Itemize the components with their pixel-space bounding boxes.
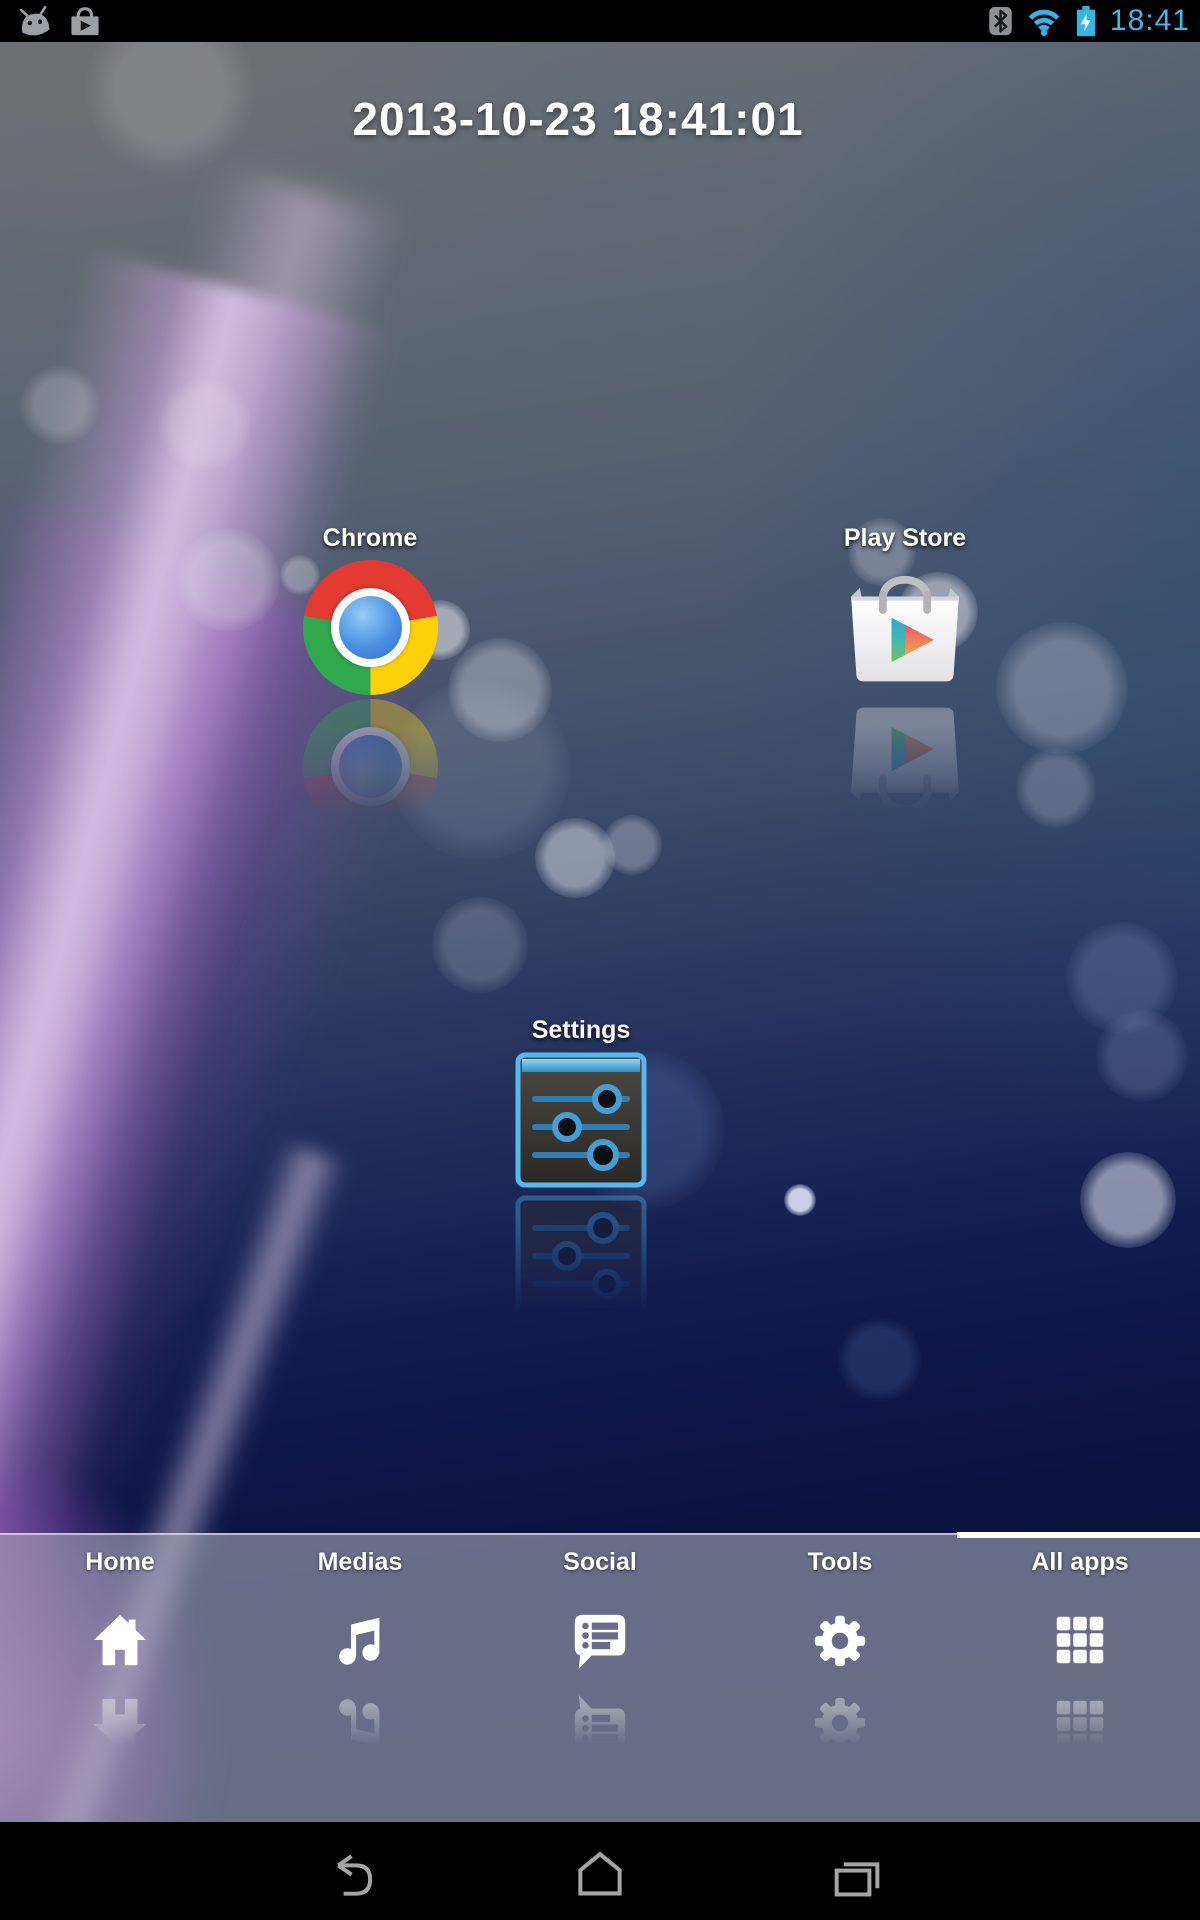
gear-icon-reflection [809,1693,871,1755]
dock-item-label: Social [563,1548,637,1577]
settings-icon-reflection [515,1190,647,1331]
bokeh-circle [838,1318,922,1402]
bokeh-circle [784,1184,816,1216]
dock-item-all-apps[interactable]: All apps [960,1535,1200,1824]
app-grid-icon-reflection [1049,1693,1111,1755]
dock: Home Medias Social Tools All apps [0,1533,1200,1824]
system-status-area: 18:41 [988,4,1200,38]
bokeh-circle [1080,1152,1176,1248]
chat-list-icon-reflection [569,1693,631,1755]
dock-item-social[interactable]: Social [480,1535,720,1824]
gear-icon [809,1609,871,1671]
bokeh-circle [1096,1010,1188,1102]
dock-page-indicator [957,1532,1200,1538]
play-store-notification-icon [68,6,102,37]
clock-widget[interactable]: 2013-10-23 18:41:01 [178,92,978,146]
chrome-icon-reflection [303,699,438,834]
app-shortcut-play-store[interactable]: Play Store [795,524,1015,829]
music-note-icon-reflection [329,1693,391,1755]
bokeh-circle [996,622,1128,754]
app-label: Settings [532,1016,631,1044]
android-notification-icon [16,6,54,37]
settings-icon[interactable] [515,1052,647,1188]
app-shortcut-settings[interactable]: Settings [471,1016,691,1331]
home-icon [89,1609,151,1671]
bokeh-circle [1016,748,1096,828]
notification-area [0,6,102,37]
play-store-icon[interactable] [835,560,975,690]
music-note-icon [329,1609,391,1671]
bokeh-circle [602,815,662,875]
play-store-icon-reflection [835,694,975,829]
recents-button[interactable] [825,1852,889,1898]
dock-item-tools[interactable]: Tools [720,1535,960,1824]
app-grid-icon [1049,1609,1111,1671]
bluetooth-icon [988,6,1013,36]
bokeh-circle [432,897,528,993]
dock-item-label: Tools [808,1548,873,1577]
bokeh-circle [20,365,100,445]
battery-charging-icon [1075,6,1097,37]
app-label: Chrome [323,524,417,552]
back-button[interactable] [317,1853,379,1899]
dock-item-label: Home [85,1548,154,1577]
status-time: 18:41 [1110,4,1190,38]
bokeh-circle [159,379,251,471]
dock-item-home[interactable]: Home [0,1535,240,1824]
status-bar: 18:41 [0,0,1200,42]
wifi-icon [1026,6,1062,36]
chat-list-icon [569,1609,631,1671]
app-shortcut-chrome[interactable]: Chrome [260,524,480,834]
dock-item-medias[interactable]: Medias [240,1535,480,1824]
home-button[interactable] [568,1847,632,1897]
dock-item-label: Medias [318,1548,403,1577]
chrome-icon[interactable] [303,560,438,695]
dock-item-label: All apps [1031,1548,1128,1577]
home-icon-reflection [89,1693,151,1755]
app-label: Play Store [844,524,966,552]
android-home-screen: 18:41 2013-10-23 18:41:01 Chrome Play St… [0,0,1200,1920]
